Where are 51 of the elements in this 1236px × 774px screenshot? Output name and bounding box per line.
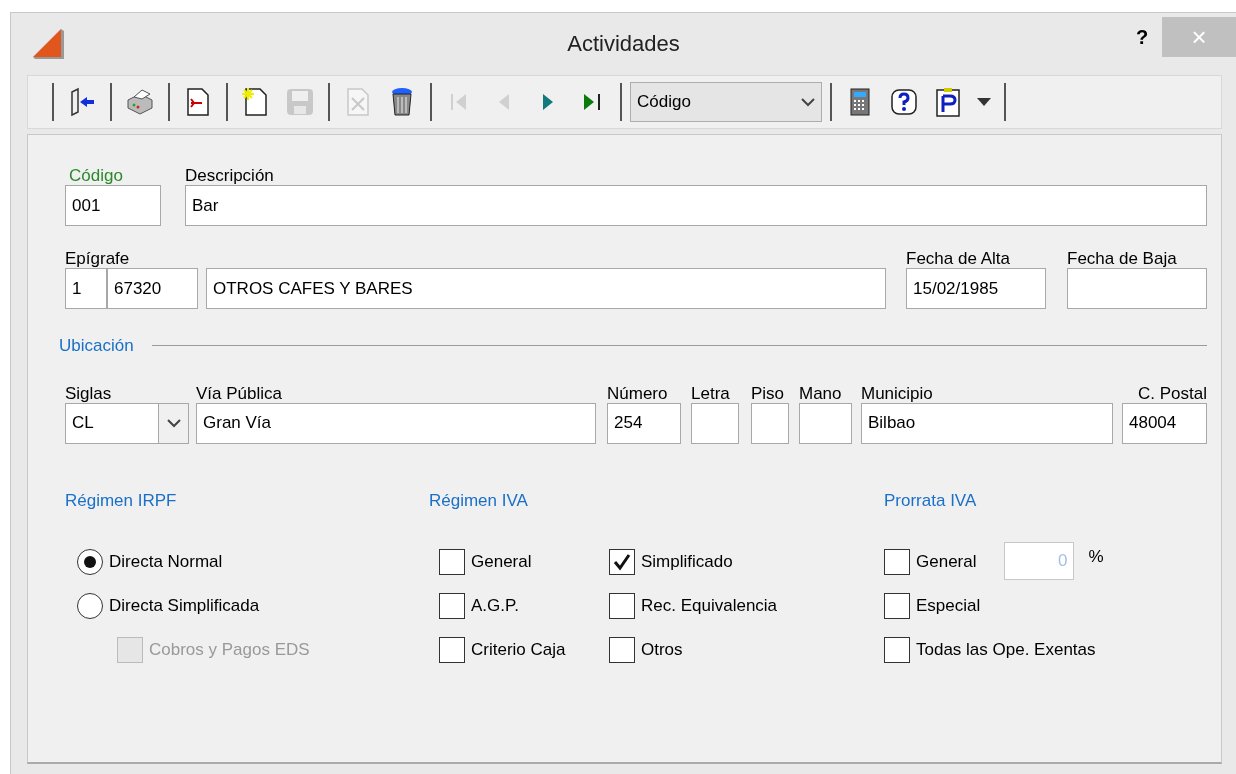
- window-title: Actividades: [567, 30, 680, 58]
- radio-button[interactable]: Directa Normal: [77, 539, 223, 584]
- field-label: C. Postal: [1137, 382, 1207, 403]
- checkbox[interactable]: Especial: [884, 583, 981, 628]
- field-label: Fecha de Alta: [906, 248, 1011, 268]
- text-field[interactable]: 001: [65, 185, 161, 226]
- text-field[interactable]: 48004: [1122, 402, 1207, 444]
- help-icon[interactable]: [888, 86, 920, 118]
- field-label: Letra: [691, 382, 731, 403]
- text-field[interactable]: [751, 402, 789, 444]
- date-field[interactable]: 15/02/1985: [906, 268, 1046, 309]
- field-label: Código: [68, 165, 124, 185]
- text-field[interactable]: 67320: [107, 268, 198, 309]
- text-field[interactable]: 254: [607, 402, 681, 444]
- text-field[interactable]: [691, 402, 739, 444]
- percent-sign: %: [1088, 545, 1104, 568]
- checkbox[interactable]: Otros: [609, 627, 849, 672]
- checkbox[interactable]: General: [884, 539, 977, 584]
- date-field[interactable]: [1067, 268, 1207, 309]
- checkbox[interactable]: General: [439, 539, 609, 584]
- field-label: Descripción: [185, 165, 275, 185]
- text-field[interactable]: Gran Vía: [196, 402, 596, 444]
- checkbox[interactable]: Todas las Ope. Exentas: [884, 627, 1096, 672]
- checkbox[interactable]: Rec. Equivalencia: [609, 583, 849, 628]
- checkbox[interactable]: Simplificado: [609, 539, 849, 584]
- field-label: Vía Pública: [196, 382, 283, 403]
- field-label: Fecha de Baja: [1067, 248, 1178, 268]
- field-label: Municipio: [861, 382, 934, 403]
- text-field[interactable]: Bilbao: [861, 402, 1113, 444]
- section-title: Ubicación: [59, 335, 134, 357]
- section-title: Régimen IRPF: [65, 489, 178, 510]
- select-field[interactable]: CL: [65, 402, 189, 444]
- field-label: Mano: [799, 382, 843, 403]
- chevron-down-icon: [166, 418, 181, 428]
- text-field[interactable]: 1: [65, 268, 107, 309]
- checkbox[interactable]: A.G.P.: [439, 583, 609, 628]
- help-button[interactable]: ?: [1122, 17, 1162, 57]
- section-title: Régimen IVA: [429, 489, 529, 510]
- section-title: Prorrata IVA: [884, 489, 978, 510]
- field-label: Siglas: [65, 382, 113, 403]
- text-field[interactable]: Bar: [185, 185, 1207, 226]
- text-field[interactable]: OTROS CAFES Y BARES: [206, 268, 886, 309]
- field-label: Número: [607, 382, 669, 403]
- radio-button[interactable]: Directa Simplificada: [77, 583, 260, 628]
- field-label: Piso: [751, 382, 786, 403]
- caret-icon[interactable]: [976, 97, 992, 107]
- text-field[interactable]: [799, 402, 852, 444]
- field-label: Epígrafe: [65, 248, 131, 268]
- search-field-dropdown[interactable]: Código: [630, 82, 822, 122]
- checkbox[interactable]: Criterio Caja: [439, 627, 609, 672]
- chevron-down-icon: [801, 97, 815, 107]
